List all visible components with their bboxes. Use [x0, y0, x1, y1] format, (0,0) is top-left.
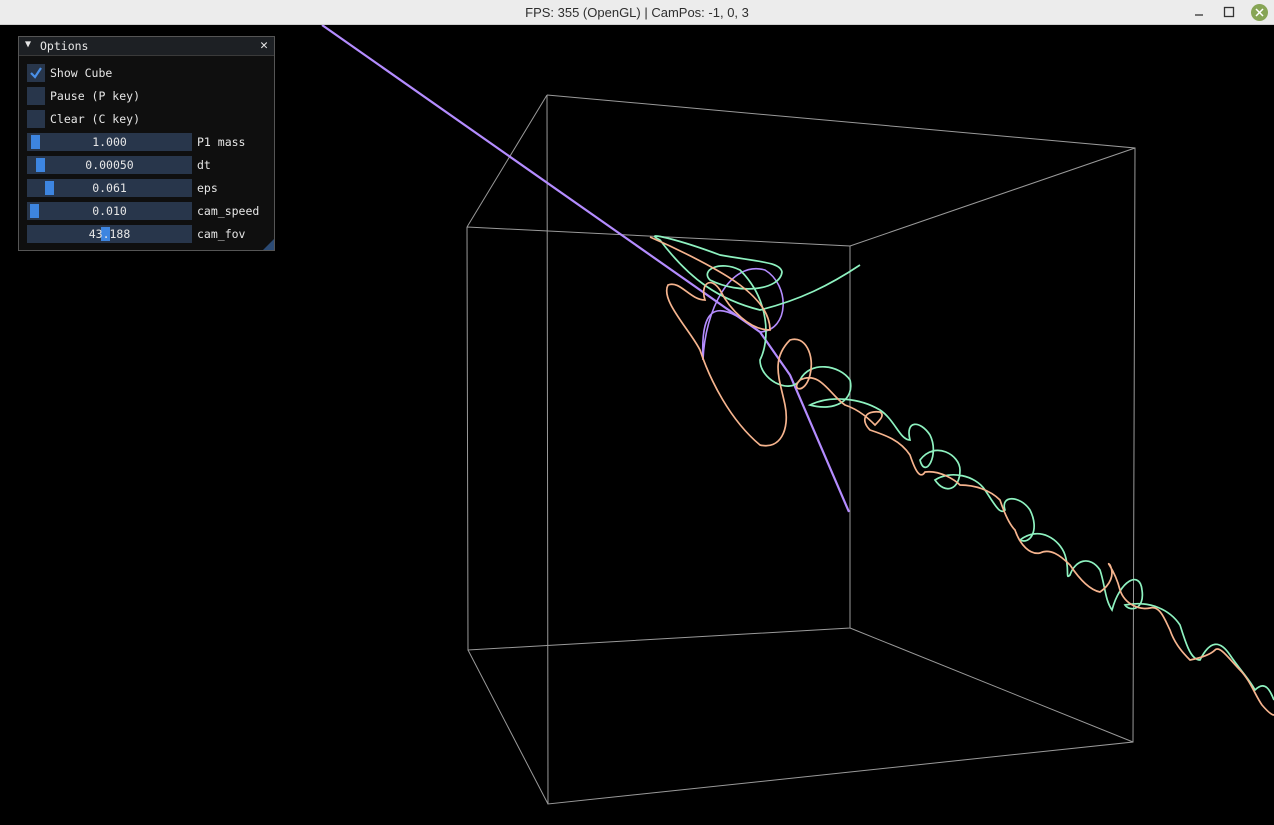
checkbox-show-cube[interactable]: Show Cube	[27, 64, 112, 82]
checkmark-icon	[30, 67, 42, 79]
checkbox-box[interactable]	[27, 110, 45, 128]
minimize-icon	[1195, 14, 1203, 16]
options-panel-title-bar[interactable]: ▼ Options ✕	[19, 37, 274, 56]
resize-grip[interactable]	[263, 239, 274, 250]
wireframe-cube	[466, 94, 1136, 805]
checkbox-box[interactable]	[27, 87, 45, 105]
minimize-button[interactable]	[1188, 2, 1210, 22]
options-panel[interactable]: ▼ Options ✕ Show Cube Pause (P key) Clea…	[18, 36, 275, 251]
close-button[interactable]	[1248, 2, 1270, 22]
trail-green	[653, 235, 1274, 701]
slider-label: dt	[197, 158, 211, 172]
slider-label: P1 mass	[197, 135, 246, 149]
options-panel-title: Options	[40, 39, 89, 53]
checkbox-label: Pause (P key)	[50, 89, 141, 103]
checkbox-label: Show Cube	[50, 66, 113, 80]
window-title-bar[interactable]: FPS: 355 (OpenGL) | CamPos: -1, 0, 3	[0, 0, 1274, 25]
maximize-icon	[1223, 6, 1235, 18]
slider-value: 0.00050	[85, 158, 134, 172]
slider-track[interactable]: 0.061	[27, 179, 192, 197]
checkbox-label: Clear (C key)	[50, 112, 141, 126]
slider-track[interactable]: 0.010	[27, 202, 192, 220]
slider-track[interactable]: 1.000	[27, 133, 192, 151]
window-title: FPS: 355 (OpenGL) | CamPos: -1, 0, 3	[525, 5, 749, 20]
slider-value: 43.188	[88, 227, 131, 241]
checkbox-clear[interactable]: Clear (C key)	[27, 110, 140, 128]
opengl-viewport[interactable]: ▼ Options ✕ Show Cube Pause (P key) Clea…	[0, 25, 1274, 825]
maximize-button[interactable]	[1218, 2, 1240, 22]
close-icon	[1250, 3, 1268, 21]
slider-value: 1.000	[92, 135, 127, 149]
slider-value: 0.010	[92, 204, 127, 218]
slider-value: 0.061	[92, 181, 127, 195]
checkbox-box[interactable]	[27, 64, 45, 82]
checkbox-pause[interactable]: Pause (P key)	[27, 87, 140, 105]
slider-track[interactable]: 43.188	[27, 225, 192, 243]
slider-track[interactable]: 0.00050	[27, 156, 192, 174]
collapse-arrow-icon[interactable]: ▼	[25, 39, 31, 50]
slider-label: cam_speed	[197, 204, 260, 218]
slider-label: eps	[197, 181, 218, 195]
slider-label: cam_fov	[197, 227, 246, 241]
close-panel-icon[interactable]: ✕	[260, 38, 268, 53]
